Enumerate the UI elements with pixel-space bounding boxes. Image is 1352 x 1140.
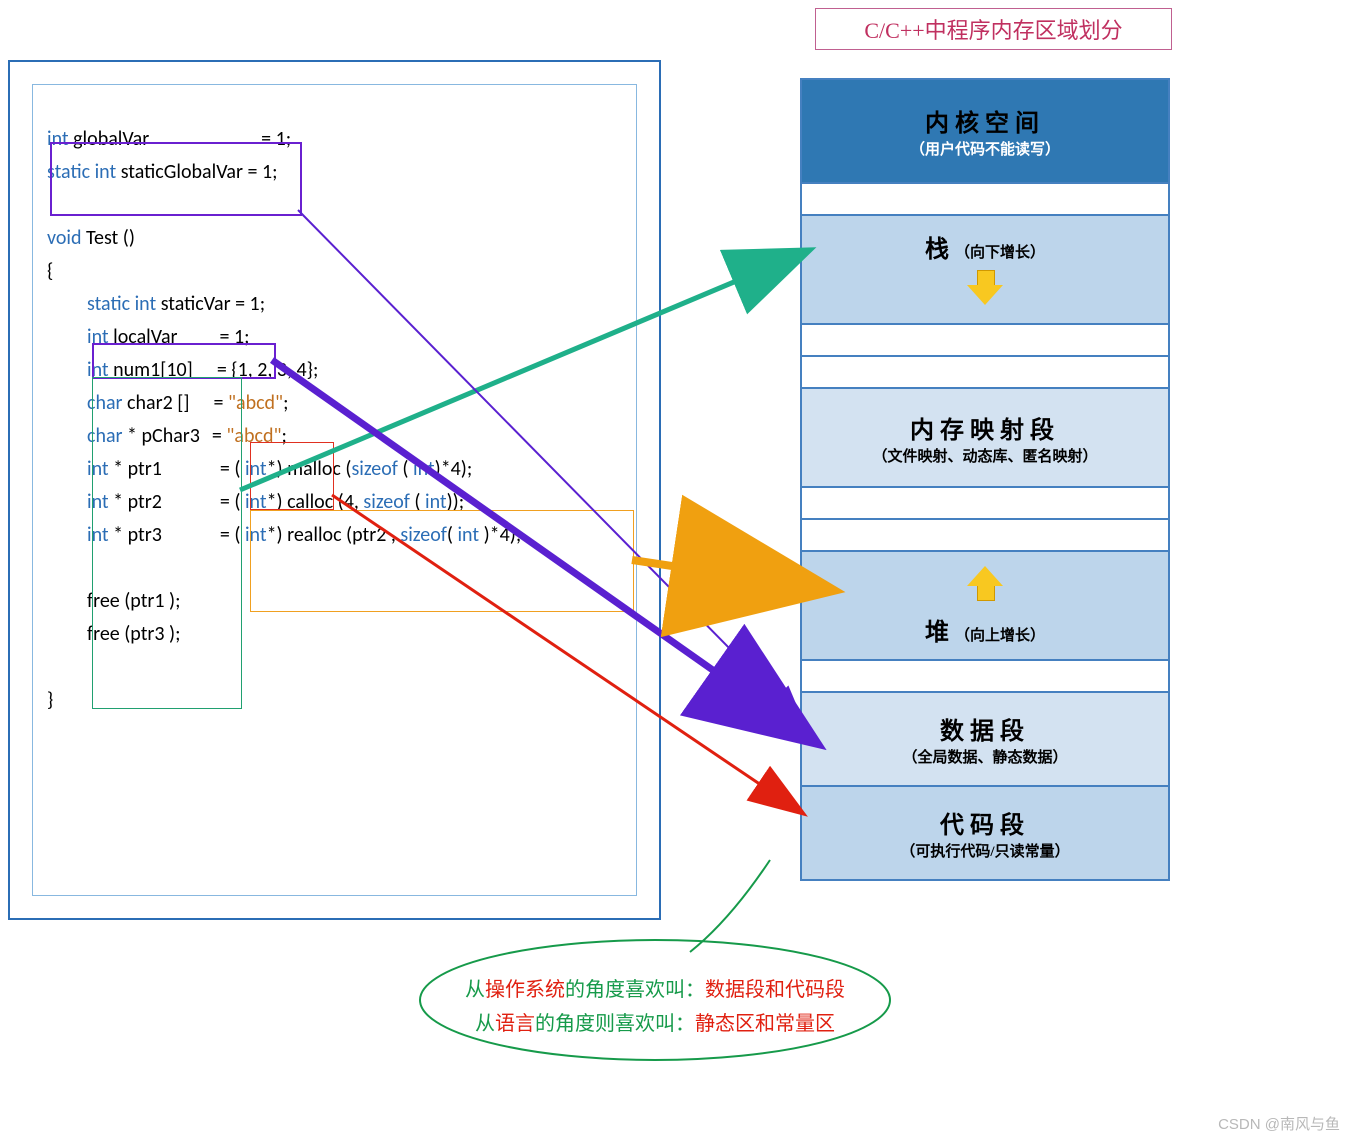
arrow-down-icon <box>965 270 1005 306</box>
page-title: C/C++中程序内存区域划分 <box>815 8 1172 50</box>
code-text: ( <box>398 457 413 481</box>
kw-void: void <box>47 226 82 250</box>
region-title: 栈 <box>925 237 951 263</box>
region-title: 内核空间 <box>803 103 1167 138</box>
t: 从 <box>465 979 485 1001</box>
region-title: 代码段 <box>803 805 1167 840</box>
region-heap: 堆 （向上增长） <box>801 551 1169 660</box>
region-gap <box>801 183 1169 215</box>
region-subtitle: （文件映射、动态库、匿名映射） <box>803 445 1167 466</box>
code-text: )*4); <box>435 457 473 481</box>
region-gap <box>801 487 1169 519</box>
t: 数据段和 <box>705 979 785 1001</box>
region-kernel: 内核空间 （用户代码不能读写） <box>801 79 1169 183</box>
t: 操作系统 <box>485 979 565 1001</box>
region-codeseg: 代码段 （可执行代码/只读常量） <box>801 786 1169 880</box>
callout-bubble: 从操作系统的角度喜欢叫：数据段和代码段 从语言的角度则喜欢叫：静态区和常量区 <box>415 935 895 1065</box>
box-malloc-calls <box>250 510 634 612</box>
region-subtitle: （全局数据、静态数据） <box>803 746 1167 767</box>
fn-name: Test () <box>82 226 135 250</box>
region-gap <box>801 519 1169 551</box>
code-text: = 1; <box>235 292 265 316</box>
region-gap <box>801 324 1169 356</box>
region-stack: 栈 （向下增长） <box>801 215 1169 324</box>
watermark: CSDN @南风与鱼 <box>1218 1113 1340 1134</box>
region-mmap: 内存映射段 （文件映射、动态库、匿名映射） <box>801 388 1169 487</box>
region-gap <box>801 660 1169 692</box>
region-title: 数据段 <box>803 711 1167 746</box>
kw-int: int <box>413 457 435 481</box>
code-text: staticVar <box>156 292 235 316</box>
region-dataseg: 数据段 （全局数据、静态数据） <box>801 692 1169 786</box>
t: 从 <box>475 1013 495 1035</box>
kw-static-int: static int <box>87 292 156 316</box>
fn-sizeof: sizeof <box>351 457 397 481</box>
t: 静态区和常量区 <box>695 1013 835 1035</box>
t: 的角度则喜欢叫： <box>535 1013 695 1035</box>
region-subtitle: （可执行代码/只读常量） <box>803 840 1167 861</box>
region-gap <box>801 356 1169 388</box>
region-title: 内存映射段 <box>803 410 1167 445</box>
box-static-var <box>92 343 276 379</box>
callout-text: 从操作系统的角度喜欢叫：数据段和代码段 从语言的角度则喜欢叫：静态区和常量区 <box>465 973 845 1041</box>
box-local-vars <box>92 377 242 709</box>
code-text: ; <box>283 391 288 415</box>
region-subtitle: （用户代码不能读写） <box>803 138 1167 159</box>
memory-regions-table: 内核空间 （用户代码不能读写） 栈 （向下增长） 内存映射段 （文件映射、动态库… <box>800 78 1170 881</box>
region-subtitle: （向上增长） <box>955 628 1045 644</box>
arrow-up-icon <box>965 565 1005 601</box>
box-string-literals <box>250 442 334 510</box>
region-title: 堆 <box>925 620 951 646</box>
box-global-vars <box>50 142 302 216</box>
t: 的角度喜欢叫： <box>565 979 705 1001</box>
brace-open: { <box>47 255 626 288</box>
t: 代码段 <box>785 979 845 1001</box>
region-subtitle: （向下增长） <box>955 245 1045 261</box>
t: 语言 <box>495 1013 535 1035</box>
